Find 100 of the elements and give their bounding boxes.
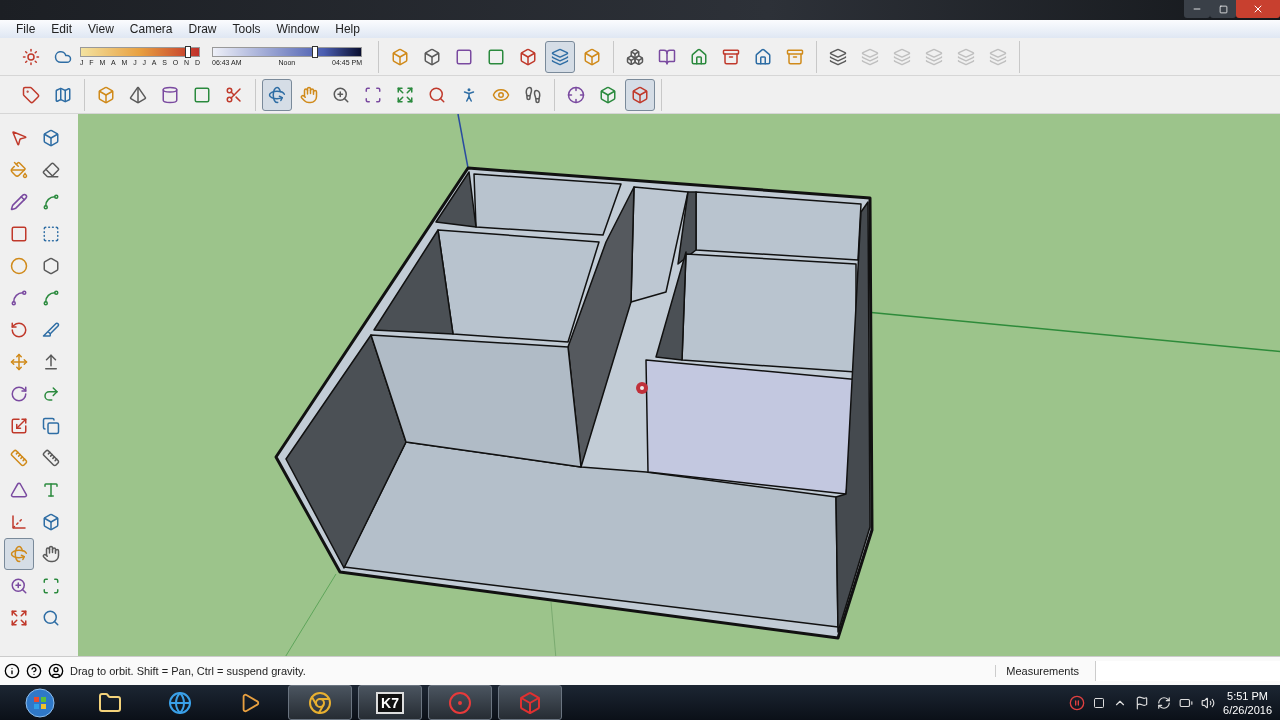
flag-icon (1135, 695, 1150, 710)
square-icon (455, 47, 473, 66)
tool-button[interactable] (4, 538, 34, 570)
record-icon (448, 690, 472, 715)
menu-item[interactable]: Edit (51, 22, 73, 36)
cube-icon (391, 47, 409, 66)
layers-icon (829, 47, 847, 66)
slider-thumb[interactable] (185, 46, 192, 58)
tool-button[interactable] (625, 78, 655, 111)
square-icon (193, 85, 211, 104)
orbit-icon (10, 545, 28, 563)
volume-icon (1201, 695, 1216, 710)
cube-icon (583, 47, 601, 66)
zoom-extents-icon (10, 609, 28, 627)
layers-icon (861, 47, 879, 66)
menu-item[interactable]: Tools (232, 22, 261, 36)
layers-icon (925, 47, 943, 66)
start-orb-icon (25, 687, 55, 718)
zoom-icon (332, 85, 350, 104)
rectangle-icon (10, 225, 28, 243)
menu-item[interactable]: Camera (129, 22, 173, 36)
cylinder-icon (161, 85, 179, 104)
search-icon (42, 609, 60, 627)
maximize-icon (1218, 4, 1228, 14)
pointer-icon (10, 129, 28, 147)
paint-bucket-icon (10, 161, 28, 179)
menu-item[interactable]: File (16, 22, 36, 36)
cube-icon (599, 85, 617, 104)
layers-icon (893, 47, 911, 66)
zoom-window-icon (42, 577, 60, 595)
tag-icon (22, 85, 40, 104)
orbit-cursor-icon (636, 382, 648, 394)
orbit-icon (268, 85, 286, 104)
pause-icon (1069, 694, 1086, 711)
cube-icon (519, 47, 537, 66)
time-slider[interactable] (212, 47, 362, 57)
cube-icon (631, 85, 649, 104)
slider-thumb[interactable] (311, 46, 318, 58)
user-icon (48, 663, 64, 679)
chrome-icon (308, 690, 332, 715)
minimize-button[interactable] (1184, 0, 1210, 18)
pyramid-icon (129, 85, 147, 104)
axes-icon (10, 513, 28, 531)
menu-item[interactable]: Window (276, 22, 320, 36)
pan-icon (42, 545, 60, 563)
taskbar-app[interactable] (288, 685, 352, 720)
layers-icon (989, 47, 1007, 66)
box-icon (722, 47, 740, 66)
stack-icon (551, 47, 569, 66)
square-icon (487, 47, 505, 66)
maximize-button[interactable] (1210, 0, 1236, 18)
taskbar-app[interactable]: K7 (358, 685, 422, 720)
cubes-icon (626, 47, 644, 66)
info-icon (4, 663, 20, 679)
polygon-icon (42, 257, 60, 275)
zoom-window-icon (364, 85, 382, 104)
eraser-icon (42, 161, 60, 179)
tape-measure-icon (10, 449, 28, 467)
folder-icon (98, 690, 122, 715)
hand-icon (300, 85, 318, 104)
footprints-icon (524, 85, 542, 104)
menu-item[interactable]: Draw (188, 22, 217, 36)
circle-icon (10, 257, 28, 275)
house-icon (754, 47, 772, 66)
measurements-label: Measurements (995, 665, 1089, 677)
zoom-extents-icon (396, 85, 414, 104)
map-icon (54, 85, 72, 104)
menu-item[interactable]: View (88, 22, 114, 36)
clock-date: 6/26/2016 (1223, 702, 1272, 717)
cube-icon (97, 85, 115, 104)
book-icon (658, 47, 676, 66)
browser-icon (168, 690, 192, 715)
menu-item[interactable]: Help (335, 22, 360, 36)
close-icon (1252, 3, 1264, 15)
tool-button[interactable] (262, 78, 292, 111)
layers-icon (957, 47, 975, 66)
search-icon (428, 85, 446, 104)
help-icon (26, 663, 42, 679)
sun-icon (22, 47, 40, 66)
crosshair-icon (567, 85, 585, 104)
move-icon (10, 353, 28, 371)
month-slider[interactable] (80, 47, 200, 57)
viewport[interactable] (78, 114, 1280, 656)
text-icon (42, 481, 60, 499)
app-label: K7 (376, 691, 404, 714)
stop-icon (1093, 696, 1106, 709)
refresh-icon (1157, 695, 1172, 710)
pencil-icon (10, 193, 28, 211)
box-icon (786, 47, 804, 66)
push-pull-icon (42, 353, 60, 371)
rotate-icon (10, 385, 28, 403)
house-icon (690, 47, 708, 66)
tool-button[interactable] (545, 40, 575, 73)
scissors-icon (225, 85, 243, 104)
measurements-field[interactable] (1095, 661, 1280, 681)
zoom-icon (10, 577, 28, 595)
clock-time: 5:51 PM (1227, 688, 1268, 703)
model-drawing[interactable] (274, 166, 874, 640)
status-hint: Drag to orbit. Shift = Pan, Ctrl = suspend gravity. (70, 665, 307, 677)
cube-icon (423, 47, 441, 66)
